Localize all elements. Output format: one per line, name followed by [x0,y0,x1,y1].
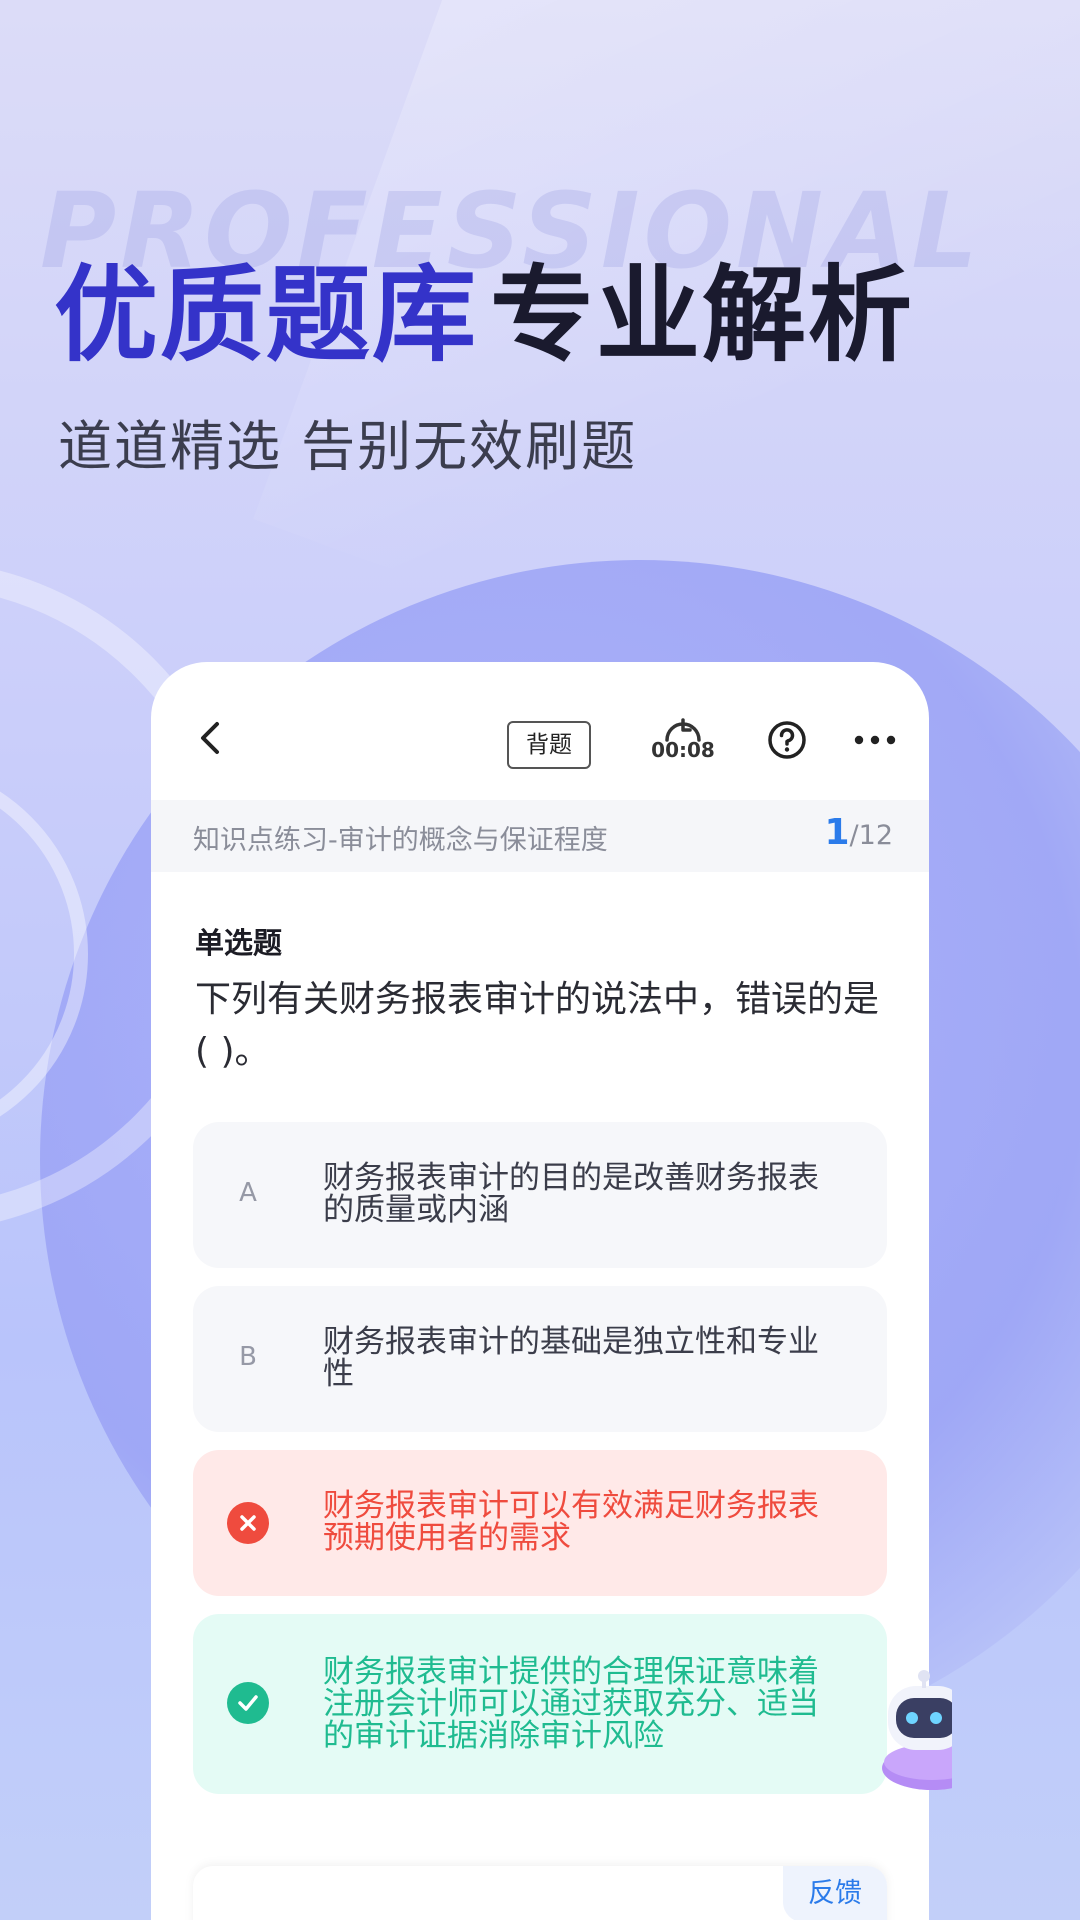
question-total: /12 [849,820,893,851]
check-icon [227,1682,269,1724]
top-toolbar: 背题 00:08 [151,662,929,800]
question-text: 下列有关财务报表审计的说法中，错误的是( )。 [195,979,880,1072]
option-c-wrong[interactable]: 财务报表审计可以有效满足财务报表预期使用者的需求 [193,1450,887,1596]
help-button[interactable] [767,720,807,760]
wrong-icon [227,1502,269,1544]
timer-value: 00:08 [651,738,715,762]
option-d-correct[interactable]: 财务报表审计提供的合理保证意味着注册会计师可以通过获取充分、适当的审计证据消除审… [193,1614,887,1794]
timer[interactable]: 00:08 [646,712,720,782]
question-current: 1 [824,812,850,853]
app-screen-card: 背题 00:08 知识点练习-审计的概念与保证程度 1/12 单选题 下列有关财… [151,662,929,1920]
option-b[interactable]: B 财务报表审计的基础是独立性和专业性 [193,1286,887,1432]
question-counter: 1/12 [824,812,893,853]
back-button[interactable] [191,716,231,760]
option-letter: A [239,1178,257,1208]
more-dots-icon [854,735,896,745]
assistant-robot-icon[interactable] [872,1662,982,1802]
breadcrumb: 知识点练习-审计的概念与保证程度 1/12 [151,800,929,872]
headline-rest: 专业解析 [490,254,915,376]
memorize-mode-button[interactable]: 背题 [507,721,591,769]
section-title: 知识点练习-审计的概念与保证程度 [193,825,608,856]
question-circle-icon [768,721,806,759]
explanation-panel: 反馈 [193,1866,887,1920]
promo-screen: PROFESSIONAL 优质题库 专业解析 道道精选 告别无效刷题 背题 00:… [0,0,1080,1920]
option-text: 财务报表审计的基础是独立性和专业性 [323,1324,819,1392]
question-type: 单选题 [195,926,283,960]
feedback-button[interactable]: 反馈 [783,1866,887,1920]
option-letter: B [239,1342,257,1372]
option-a[interactable]: A 财务报表审计的目的是改善财务报表的质量或内涵 [193,1122,887,1268]
headline-accent: 优质题库 [54,254,479,376]
option-text: 财务报表审计的目的是改善财务报表的质量或内涵 [323,1160,819,1228]
more-options-button[interactable] [853,728,897,752]
promo-headline: 优质题库 专业解析 [54,230,914,381]
promo-subline: 道道精选 告别无效刷题 [58,415,638,478]
option-text: 财务报表审计可以有效满足财务报表预期使用者的需求 [323,1488,819,1556]
option-text: 财务报表审计提供的合理保证意味着注册会计师可以通过获取充分、适当的审计证据消除审… [323,1654,819,1754]
chevron-left-icon [201,722,219,754]
